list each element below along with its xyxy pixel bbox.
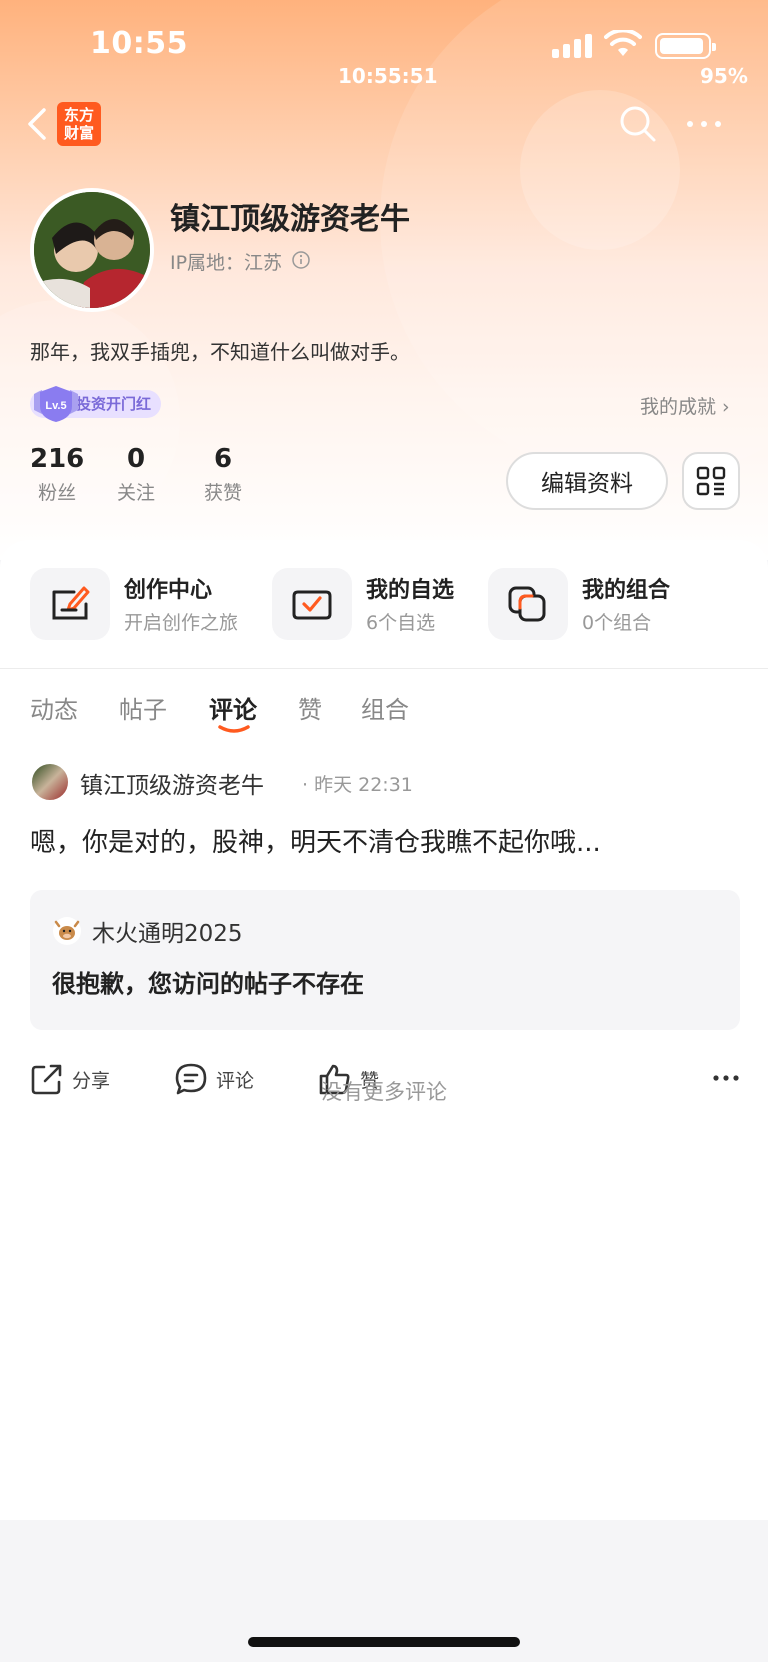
battery-percent: 95%	[700, 64, 748, 88]
home-indicator[interactable]	[248, 1637, 520, 1647]
quoted-post[interactable]: 木火通明2025 很抱歉，您访问的帖子不存在	[30, 890, 740, 1030]
bull-avatar-icon	[53, 917, 81, 945]
post-author[interactable]: 镇江顶级游资老牛	[80, 766, 264, 800]
logo-line-1: 东方	[63, 106, 94, 124]
avatar[interactable]	[30, 188, 154, 312]
quick-sub-2: 6个自选	[366, 612, 436, 634]
info-icon[interactable]	[291, 250, 311, 270]
logo-line-2: 财富	[63, 124, 94, 142]
stat-likes[interactable]: 6 获赞	[204, 444, 242, 505]
quick-sub-3: 0个组合	[582, 612, 652, 634]
level-shield-icon: Lv.5	[34, 386, 78, 422]
stat-likes-num: 6	[213, 444, 233, 474]
search-icon[interactable]	[618, 104, 658, 144]
stat-fans-label: 粉丝	[38, 482, 77, 504]
creation-icon	[30, 568, 110, 640]
app-logo: 东方 财富	[57, 102, 101, 146]
no-more-comments: 没有更多评论	[321, 1080, 447, 1104]
quick-title-1: 创作中心	[124, 578, 213, 603]
level-text: Lv.5	[45, 400, 66, 412]
stat-fans[interactable]: 216 粉丝	[30, 444, 84, 505]
tab-portfolio[interactable]: 组合	[361, 690, 409, 725]
back-arrow-icon[interactable]	[24, 106, 50, 142]
tab-dynamics[interactable]: 动态	[30, 690, 78, 725]
tab-comments[interactable]: 评论	[209, 690, 257, 725]
grid-menu-button[interactable]	[682, 452, 740, 510]
quote-user[interactable]: 木火通明2025	[92, 914, 243, 948]
quick-title-2: 我的自选	[366, 578, 455, 603]
edit-profile-button[interactable]: 编辑资料	[506, 452, 668, 510]
badge-text: 投资开门红	[76, 395, 152, 413]
status-time: 10:55	[90, 26, 188, 61]
stat-following[interactable]: 0 关注	[117, 444, 155, 505]
status-bar: 10:55 10:55:51 95%	[0, 0, 768, 90]
more-icon[interactable]	[684, 112, 724, 136]
grid-icon	[696, 466, 726, 496]
signal-icon	[552, 32, 594, 58]
quote-text: 很抱歉，您访问的帖子不存在	[52, 970, 364, 998]
wifi-icon	[604, 30, 642, 56]
content-card: 创作中心 开启创作之旅 我的自选 6个自选 我的组合 0个组合 动态 帖子 评论…	[0, 540, 768, 1520]
stat-fans-num: 216	[30, 444, 85, 474]
username: 镇江顶级游资老牛	[170, 202, 410, 237]
achievement-link[interactable]: 我的成就 ›	[640, 392, 730, 419]
tab-likes[interactable]: 赞	[298, 690, 322, 725]
ip-location: IP属地：江苏	[170, 252, 283, 274]
portfolio-icon	[488, 568, 568, 640]
post-avatar[interactable]	[30, 762, 70, 802]
quick-sub-1: 开启创作之旅	[124, 612, 239, 634]
active-tab-indicator	[218, 725, 250, 733]
divider	[0, 668, 768, 669]
stat-following-label: 关注	[117, 482, 156, 504]
watchlist-icon	[272, 568, 352, 640]
quick-title-3: 我的组合	[582, 578, 671, 603]
tab-bar: 动态 帖子 评论 赞 组合	[0, 690, 768, 750]
tab-posts[interactable]: 帖子	[119, 690, 167, 725]
post-text[interactable]: 嗯，你是对的，股神，明天不清仓我瞧不起你哦...	[30, 822, 601, 859]
post-time: · 昨天 22:31	[302, 774, 413, 796]
battery-icon	[655, 33, 716, 59]
stat-likes-label: 获赞	[204, 482, 243, 504]
bio-text: 那年，我双手插兜，不知道什么叫做对手。	[30, 340, 410, 364]
stat-following-num: 0	[126, 444, 146, 474]
status-clock-seconds: 10:55:51	[338, 64, 438, 88]
